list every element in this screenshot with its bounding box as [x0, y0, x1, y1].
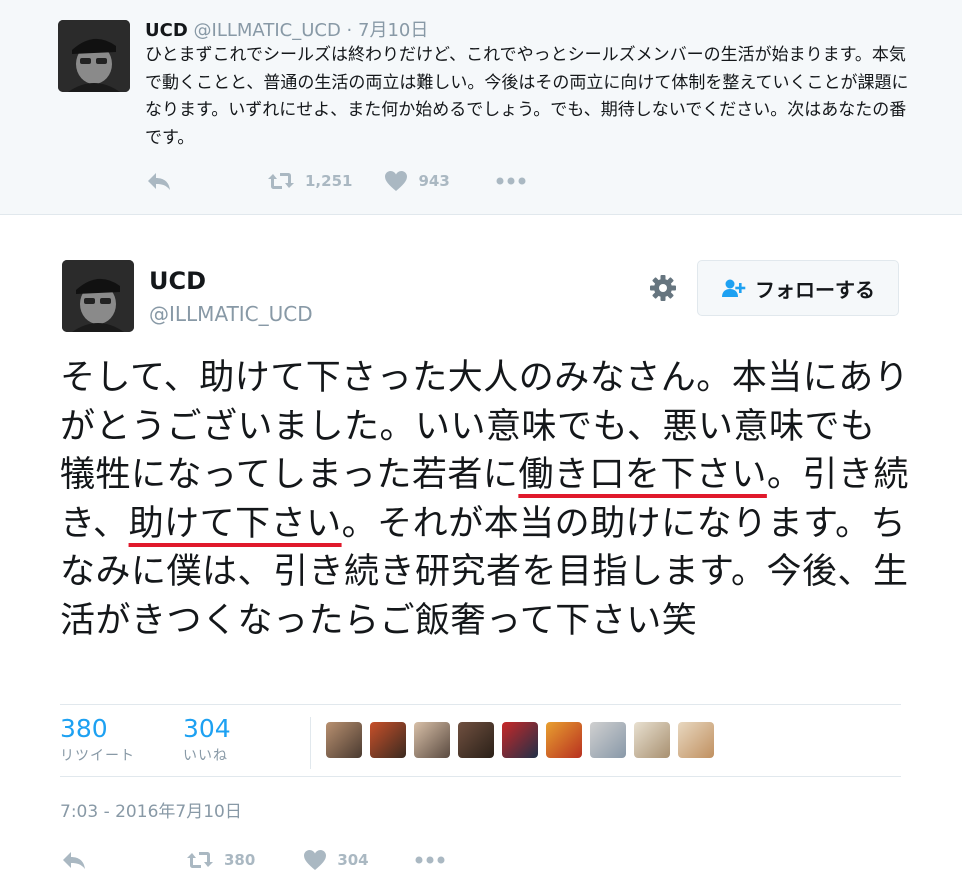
like-stat[interactable]: 304 いいね — [183, 714, 231, 765]
avatar[interactable] — [58, 20, 130, 92]
previous-tweet-actions: 1,251 943 — [147, 170, 526, 192]
more-icon — [496, 177, 526, 185]
more-button[interactable] — [496, 177, 526, 185]
heart-icon — [304, 850, 327, 870]
gear-button[interactable] — [648, 273, 678, 303]
more-button[interactable] — [415, 856, 445, 864]
previous-tweet-header: UCD @ILLMATIC_UCD · 7月10日 — [145, 16, 428, 42]
liker-avatar[interactable] — [414, 722, 450, 758]
reply-button[interactable] — [147, 171, 171, 191]
retweet-stat-label: リツイート — [60, 748, 135, 764]
stat-divider — [310, 717, 311, 769]
like-count: 304 — [337, 851, 369, 869]
retweet-icon — [268, 173, 294, 189]
like-stat-count: 304 — [183, 714, 231, 743]
divider — [60, 704, 901, 705]
like-button[interactable]: 304 — [303, 849, 369, 871]
underlined-phrase: 助けて下さい — [128, 503, 342, 544]
tweet-date[interactable]: 7月10日 — [358, 20, 428, 41]
liker-avatar[interactable] — [678, 722, 714, 758]
gear-icon — [650, 275, 676, 301]
reply-icon — [63, 852, 85, 869]
follow-person-icon — [722, 279, 746, 297]
like-button[interactable]: 943 — [384, 170, 450, 192]
author-name[interactable]: UCD — [145, 20, 188, 41]
follow-button[interactable]: フォローする — [697, 260, 899, 316]
retweet-stat-count: 380 — [60, 714, 108, 743]
like-count: 943 — [418, 172, 450, 190]
reply-button[interactable] — [62, 850, 86, 870]
divider — [60, 776, 901, 777]
separator-dot: · — [346, 20, 353, 41]
tweet-actions: 380 304 — [62, 849, 445, 871]
reply-icon — [148, 173, 170, 190]
liker-avatar[interactable] — [502, 722, 538, 758]
author-handle[interactable]: @ILLMATIC_UCD — [194, 20, 341, 41]
author-name[interactable]: UCD — [149, 267, 206, 295]
previous-tweet[interactable]: UCD @ILLMATIC_UCD · 7月10日 ひとまずこれでシールズは終わ… — [0, 0, 962, 215]
liker-avatar[interactable] — [634, 722, 670, 758]
follow-label: フォローする — [755, 277, 875, 302]
retweet-count: 1,251 — [305, 172, 353, 190]
like-stat-label: いいね — [183, 748, 228, 764]
heart-icon — [385, 171, 408, 191]
liker-avatar[interactable] — [326, 722, 362, 758]
liker-avatar[interactable] — [370, 722, 406, 758]
liker-avatar[interactable] — [590, 722, 626, 758]
liker-avatar[interactable] — [458, 722, 494, 758]
retweet-stat[interactable]: 380 リツイート — [60, 714, 135, 765]
tweet-timestamp[interactable]: 7:03 - 2016年7月10日 — [60, 797, 242, 822]
avatar[interactable] — [62, 260, 134, 332]
retweet-count: 380 — [224, 851, 256, 869]
previous-tweet-text: ひとまずこれでシールズは終わりだけど、これでやっとシールズメンバーの生活が始まり… — [145, 45, 909, 148]
tweet-text: そして、助けて下さった大人のみなさん。本当にありがとうございました。いい意味でも… — [60, 354, 910, 645]
retweet-button[interactable]: 380 — [186, 850, 255, 870]
retweet-button[interactable]: 1,251 — [267, 171, 352, 191]
more-icon — [415, 856, 445, 864]
underlined-phrase: 働き口を下さい — [518, 455, 767, 495]
liker-avatars — [326, 722, 722, 758]
author-handle[interactable]: @ILLMATIC_UCD — [149, 302, 313, 326]
retweet-icon — [187, 852, 213, 868]
liker-avatar[interactable] — [546, 722, 582, 758]
